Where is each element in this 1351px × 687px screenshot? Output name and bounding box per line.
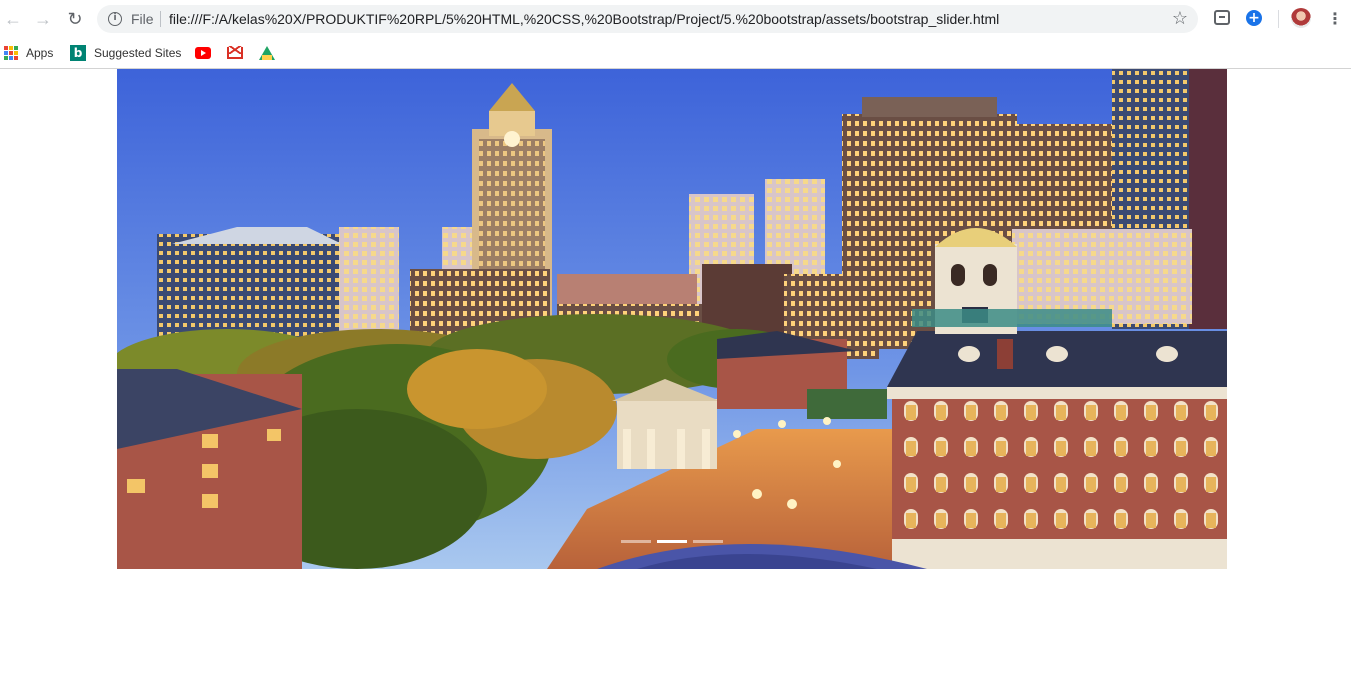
bookmarks-bar: Apps b Suggested Sites — [0, 38, 1351, 69]
image-carousel[interactable] — [117, 69, 1227, 569]
browser-toolbar: ← → ↻ i File file:///F:/A/kelas%20X/PROD… — [0, 0, 1351, 38]
carousel-indicators — [117, 540, 1227, 544]
apps-grid-icon — [4, 46, 18, 60]
profile-avatar[interactable] — [1291, 8, 1311, 28]
bookmark-suggested-sites[interactable]: b Suggested Sites — [70, 43, 181, 63]
carousel-indicator[interactable] — [621, 540, 651, 543]
bookmark-youtube[interactable] — [195, 43, 211, 63]
bookmark-apps-label: Apps — [26, 46, 54, 60]
kebab-menu-icon[interactable]: ⋮ — [1327, 8, 1343, 30]
omnibox-divider — [160, 11, 161, 27]
carousel-slide-image — [117, 69, 1227, 569]
forward-arrow-icon[interactable]: → — [32, 8, 54, 30]
gmail-icon — [227, 46, 243, 59]
reload-icon[interactable]: ↻ — [64, 8, 86, 30]
bookmark-apps[interactable]: Apps — [4, 43, 53, 63]
bing-icon: b — [70, 45, 86, 61]
info-icon[interactable]: i — [108, 12, 122, 26]
toolbar-divider — [1278, 10, 1279, 28]
bookmark-drive[interactable] — [259, 43, 275, 63]
google-drive-icon — [259, 46, 275, 60]
scheme-label: File — [131, 11, 154, 27]
url-text[interactable]: file:///F:/A/kelas%20X/PRODUKTIF%20RPL/5… — [169, 11, 999, 27]
bookmark-suggested-label: Suggested Sites — [94, 46, 182, 60]
bookmark-star-icon[interactable]: ☆ — [1172, 8, 1188, 29]
youtube-icon — [195, 47, 211, 59]
bookmark-gmail[interactable] — [227, 43, 243, 63]
carousel-indicator-active[interactable] — [657, 540, 687, 543]
carousel-indicator[interactable] — [693, 540, 723, 543]
extension-chat-icon[interactable] — [1214, 10, 1230, 25]
address-bar[interactable]: i File file:///F:/A/kelas%20X/PRODUKTIF%… — [97, 5, 1198, 33]
extension-plus-icon[interactable]: + — [1246, 10, 1262, 26]
back-arrow-icon[interactable]: ← — [2, 8, 24, 30]
page-content — [0, 69, 1351, 687]
